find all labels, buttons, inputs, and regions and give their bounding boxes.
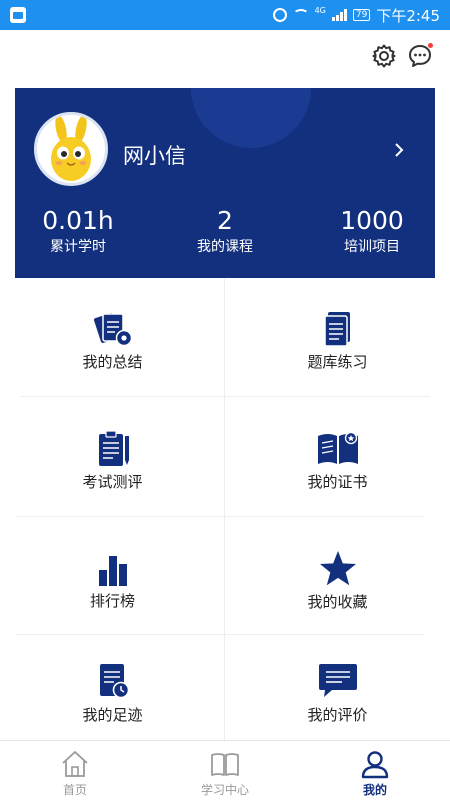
- nav-label: 学习中心: [200, 783, 249, 797]
- battery-level: 79: [352, 9, 371, 21]
- profile-card[interactable]: 网小信 0.01h 累计学时 2 我的课程 1000 培训项目: [15, 88, 435, 278]
- menu-label: 我的总结: [82, 353, 143, 371]
- nav-label: 我的: [362, 783, 387, 797]
- bottom-nav: 首页 学习中心 我的: [0, 740, 450, 800]
- question-bank-icon: [323, 312, 350, 347]
- menu-label: 排行榜: [89, 592, 135, 610]
- signal-icon: [331, 9, 347, 21]
- stat-label: 我的课程: [197, 239, 253, 255]
- stat-value: 0.01h: [42, 206, 114, 235]
- feature-grid: 我的总结 题库练习 考试测评 我的证书 排行榜 我的收藏 我的足迹 我的评价: [0, 278, 450, 740]
- menu-my-favorites[interactable]: 我的收藏: [225, 516, 450, 634]
- menu-label: 考试测评: [82, 473, 143, 491]
- menu-exam-evaluation[interactable]: 考试测评: [0, 396, 225, 516]
- menu-label: 我的足迹: [82, 706, 143, 724]
- status-bar: 4G 79 下午2:45: [0, 0, 450, 30]
- menu-my-footprints[interactable]: 我的足迹: [0, 634, 225, 740]
- exam-icon: [98, 430, 129, 466]
- card-decoration: [191, 88, 311, 148]
- nav-home[interactable]: 首页: [0, 741, 150, 800]
- alarm-icon: [272, 8, 287, 22]
- star-icon: [319, 551, 356, 586]
- menu-label: 我的收藏: [307, 593, 368, 611]
- stat-training-projects[interactable]: 1000 培训项目: [302, 206, 435, 258]
- menu-label: 我的证书: [307, 473, 368, 491]
- stat-my-courses[interactable]: 2 我的课程: [155, 206, 295, 258]
- unread-dot: [428, 43, 433, 48]
- messages-button[interactable]: [406, 42, 434, 70]
- stat-label: 累计学时: [50, 239, 106, 255]
- menu-question-bank[interactable]: 题库练习: [225, 278, 450, 396]
- bunny-mascot-icon: [51, 115, 91, 181]
- chevron-right-icon[interactable]: [391, 140, 407, 160]
- menu-my-certificates[interactable]: 我的证书: [225, 396, 450, 516]
- username: 网小信: [123, 144, 186, 168]
- stat-study-hours[interactable]: 0.01h 累计学时: [15, 206, 141, 258]
- stat-value: 2: [217, 206, 233, 235]
- ranking-icon: [98, 556, 127, 586]
- nav-label: 首页: [62, 783, 87, 797]
- stat-label: 培训项目: [344, 239, 400, 255]
- book-icon: [211, 753, 239, 776]
- top-toolbar: [0, 30, 450, 82]
- nav-mine[interactable]: 我的: [300, 741, 450, 800]
- network-type: 4G: [314, 6, 326, 15]
- footprint-icon: [99, 664, 129, 699]
- menu-label: 题库练习: [307, 353, 368, 371]
- menu-label: 我的评价: [307, 706, 368, 724]
- wifi-icon: [292, 9, 309, 21]
- home-icon: [62, 751, 88, 777]
- app-notification-icon: [10, 7, 26, 23]
- certificate-icon: [317, 431, 358, 464]
- comment-icon: [318, 664, 357, 697]
- settings-button[interactable]: [370, 42, 398, 70]
- menu-ranking[interactable]: 排行榜: [0, 516, 225, 634]
- stat-value: 1000: [340, 206, 404, 235]
- avatar[interactable]: [34, 112, 108, 186]
- nav-learning-center[interactable]: 学习中心: [150, 741, 300, 800]
- summary-icon: [93, 313, 132, 347]
- status-time: 下午2:45: [376, 6, 440, 25]
- gear-icon: [372, 44, 396, 68]
- menu-my-reviews[interactable]: 我的评价: [225, 634, 450, 740]
- person-icon: [361, 751, 389, 779]
- menu-my-summary[interactable]: 我的总结: [0, 278, 225, 396]
